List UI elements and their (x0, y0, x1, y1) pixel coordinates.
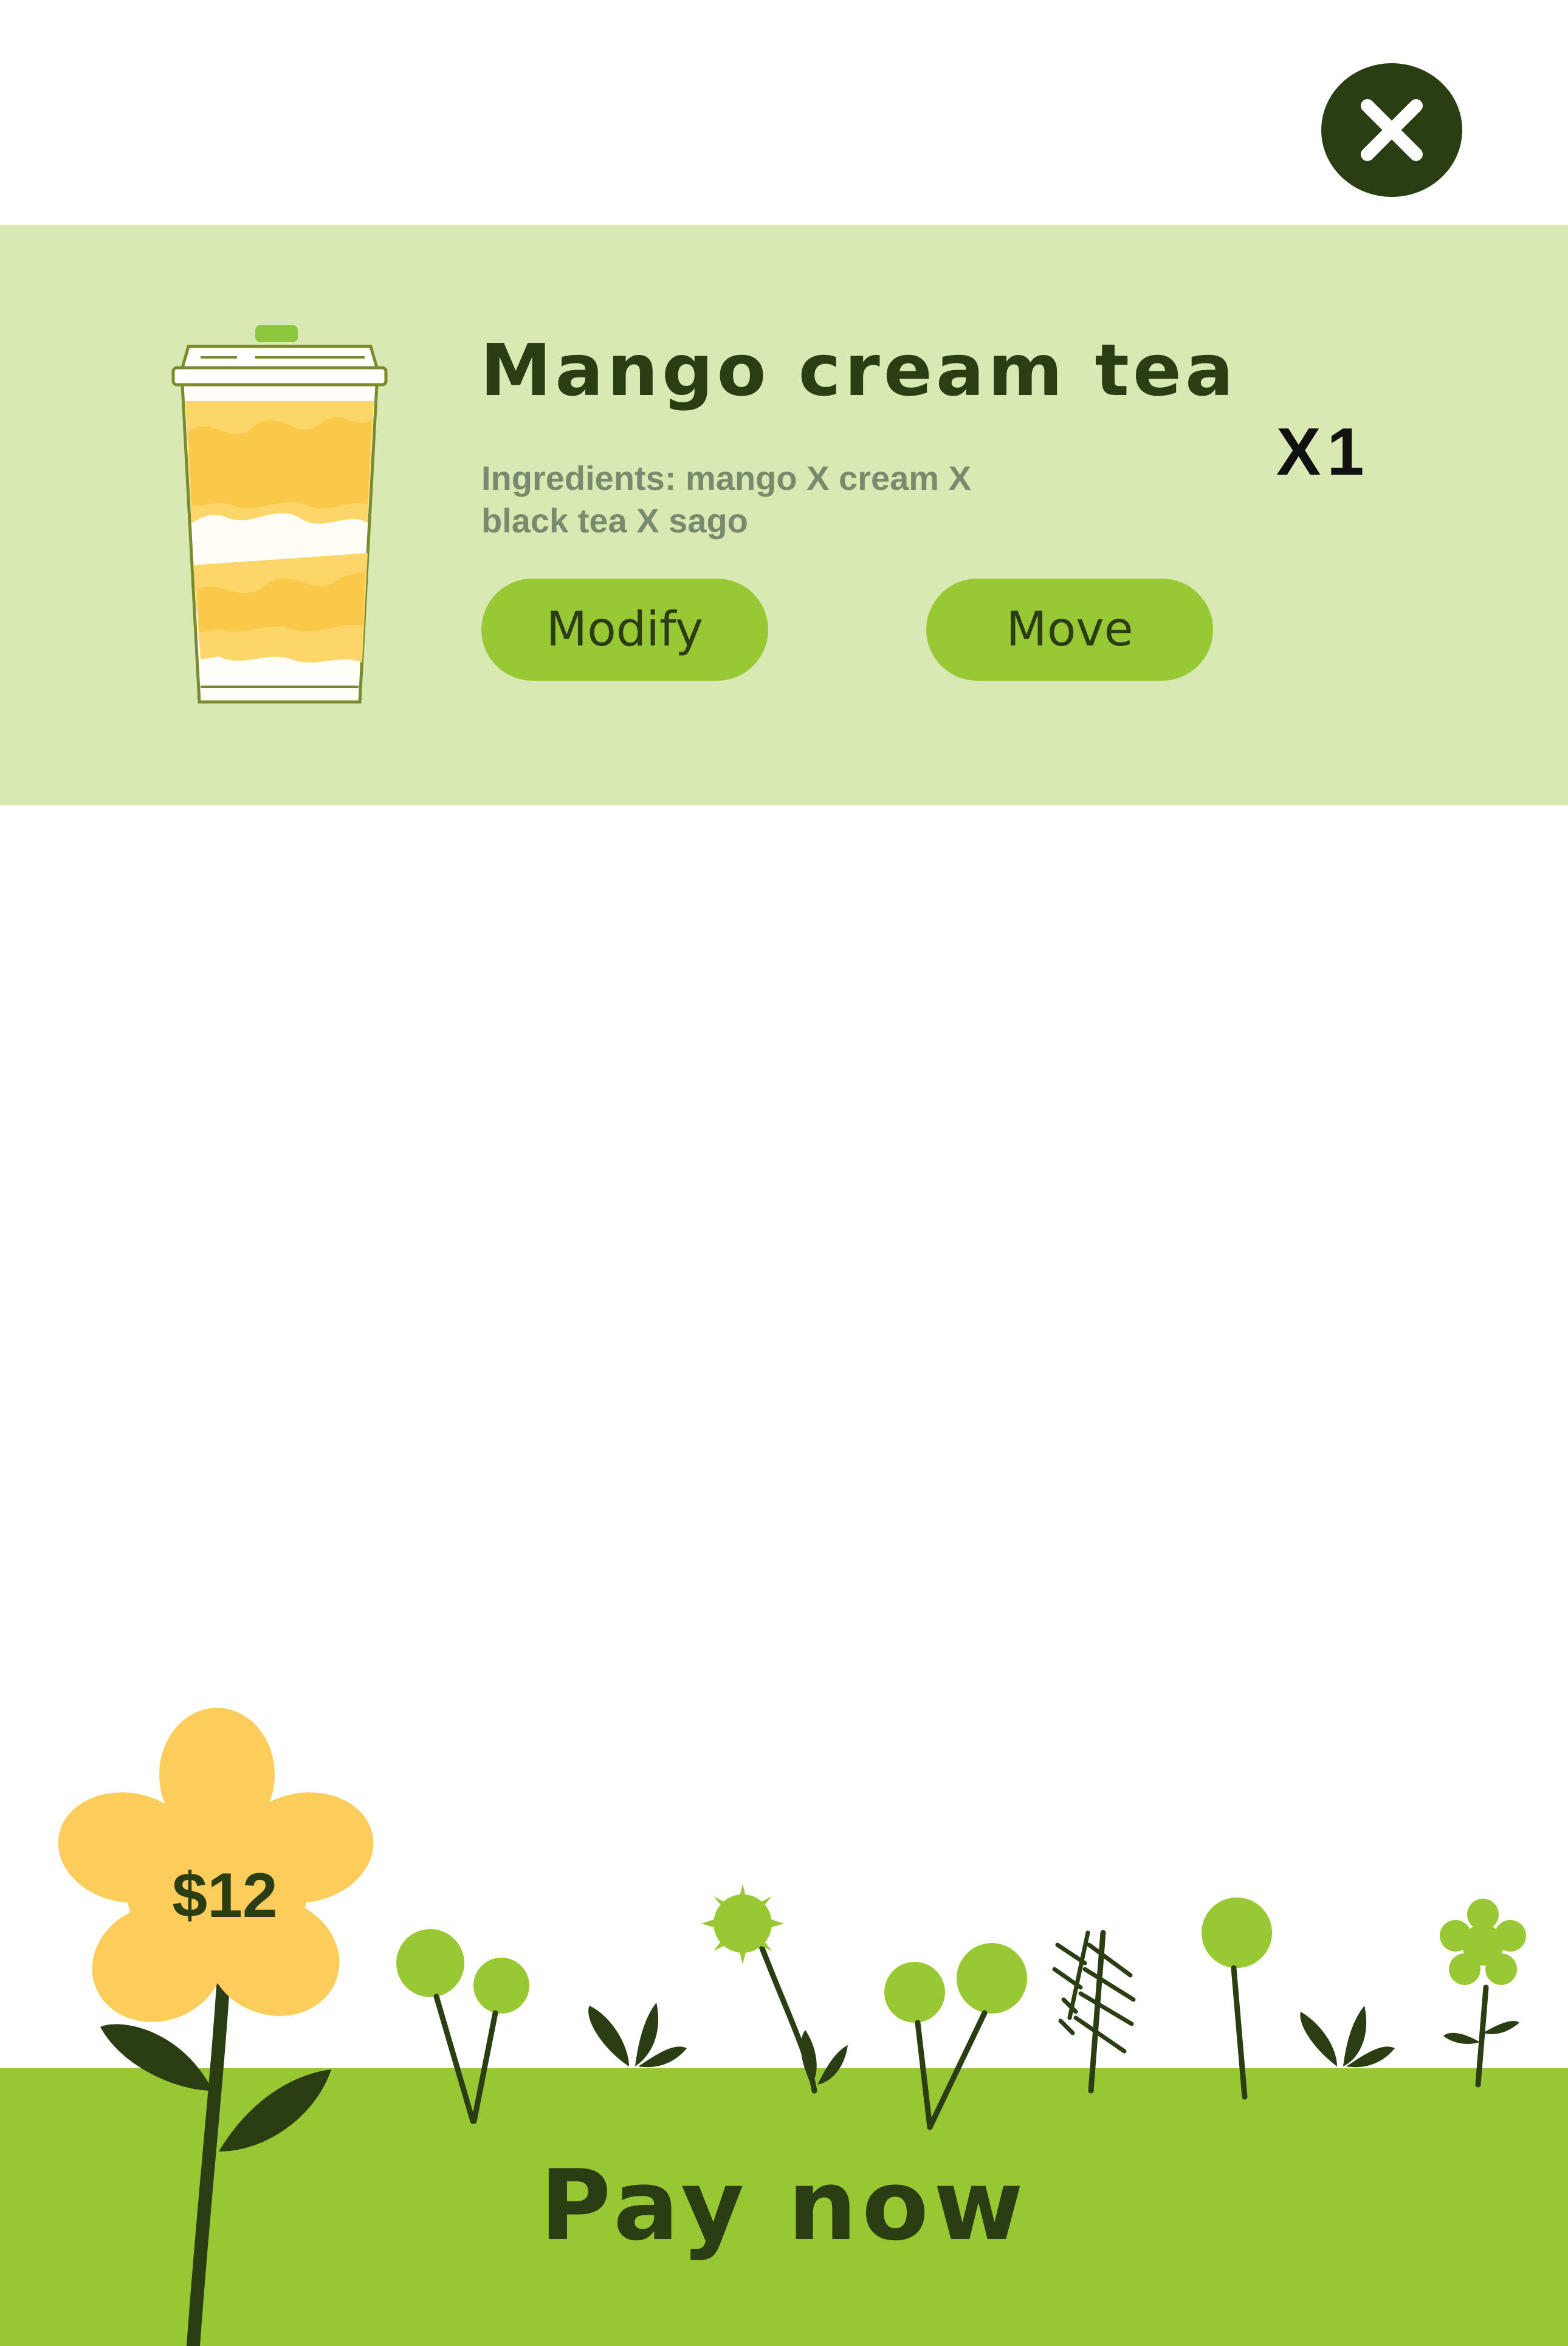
item-quantity: X1 (1276, 415, 1370, 489)
close-icon (1361, 99, 1423, 161)
modify-button[interactable]: Modify (481, 579, 768, 681)
move-button[interactable]: Move (926, 579, 1213, 681)
close-button[interactable] (1321, 63, 1462, 197)
garden-illustration (58, 1708, 1526, 2346)
cup-icon (171, 325, 388, 704)
item-ingredients: Ingredients: mango X cream X black tea X… (481, 459, 971, 540)
item-name: Mango cream tea (480, 328, 1237, 412)
total-price: $12 (172, 1860, 278, 1931)
